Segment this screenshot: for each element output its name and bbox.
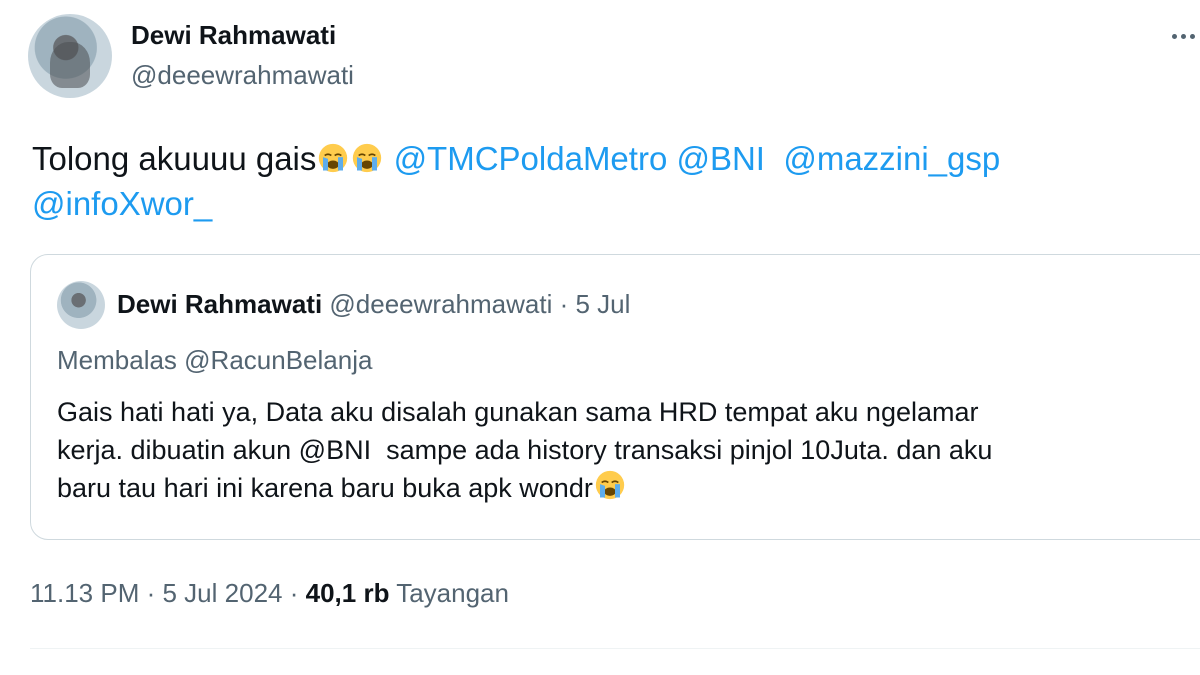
quoted-body-line: Gais hati hati ya, Data aku disalah guna…	[57, 397, 979, 427]
more-options-button[interactable]	[1168, 24, 1198, 48]
quoted-body-mention: @BNI	[298, 435, 372, 465]
author-avatar[interactable]	[28, 14, 112, 98]
quoted-body-text: kerja. dibuatin akun	[57, 435, 299, 465]
views-count: 40,1 rb	[305, 578, 390, 608]
more-dot-icon	[1171, 33, 1177, 39]
quoted-tweet-header: Dewi Rahmawati @deeewrahmawati · 5 Jul	[117, 289, 630, 320]
more-dot-icon	[1189, 33, 1195, 39]
quoted-body-line: baru tau hari ini karena baru buka apk w…	[57, 469, 1197, 507]
loudly-crying-face-icon	[595, 470, 625, 500]
loudly-crying-face-icon	[319, 143, 348, 173]
quoted-body-line: kerja. dibuatin akun @BNI sampe ada hist…	[57, 431, 1197, 469]
mention-link[interactable]: @infoXwor_	[32, 185, 212, 222]
tweet-text-lead: Tolong akuuuu gais	[32, 140, 317, 177]
loudly-crying-face-icon	[353, 143, 382, 173]
author-handle[interactable]: @deeewrahmawati	[131, 60, 354, 91]
quoted-tweet-body: Gais hati hati ya, Data aku disalah guna…	[57, 393, 1197, 507]
tweet-time[interactable]: 11.13 PM	[30, 578, 139, 608]
meta-separator: ·	[289, 578, 299, 608]
more-dot-icon	[1180, 33, 1186, 39]
quoted-body-text: sampe ada history transaksi pinjol 10Jut…	[371, 435, 993, 465]
header-separator: ·	[559, 289, 569, 319]
tweet-meta: 11.13 PM · 5 Jul 2024 · 40,1 rb Tayangan	[30, 578, 509, 609]
quoted-tweet-date: 5 Jul	[575, 289, 631, 319]
mention-link[interactable]: @mazzini_gsp	[783, 140, 1000, 177]
author-display-name[interactable]: Dewi Rahmawati	[131, 20, 336, 51]
quoted-body-text: baru tau hari ini karena baru buka apk w…	[57, 473, 593, 503]
mention-link[interactable]: @BNI	[676, 140, 765, 177]
quoted-tweet-card[interactable]: Dewi Rahmawati @deeewrahmawati · 5 Jul M…	[30, 254, 1200, 540]
meta-separator: ·	[146, 578, 156, 608]
tweet-text: Tolong akuuuu gais @TMCPoldaMetro @BNI @…	[32, 136, 1172, 226]
quoted-author-handle: @deeewrahmawati	[329, 289, 553, 319]
quoted-author-display-name: Dewi Rahmawati	[117, 289, 323, 319]
tweet-date[interactable]: 5 Jul 2024	[163, 578, 283, 608]
divider	[30, 648, 1200, 649]
views-label: Tayangan	[396, 578, 509, 608]
replying-to-label: Membalas @RacunBelanja	[57, 345, 373, 375]
mention-link[interactable]: @TMCPoldaMetro	[394, 140, 668, 177]
quoted-author-avatar	[57, 281, 105, 329]
